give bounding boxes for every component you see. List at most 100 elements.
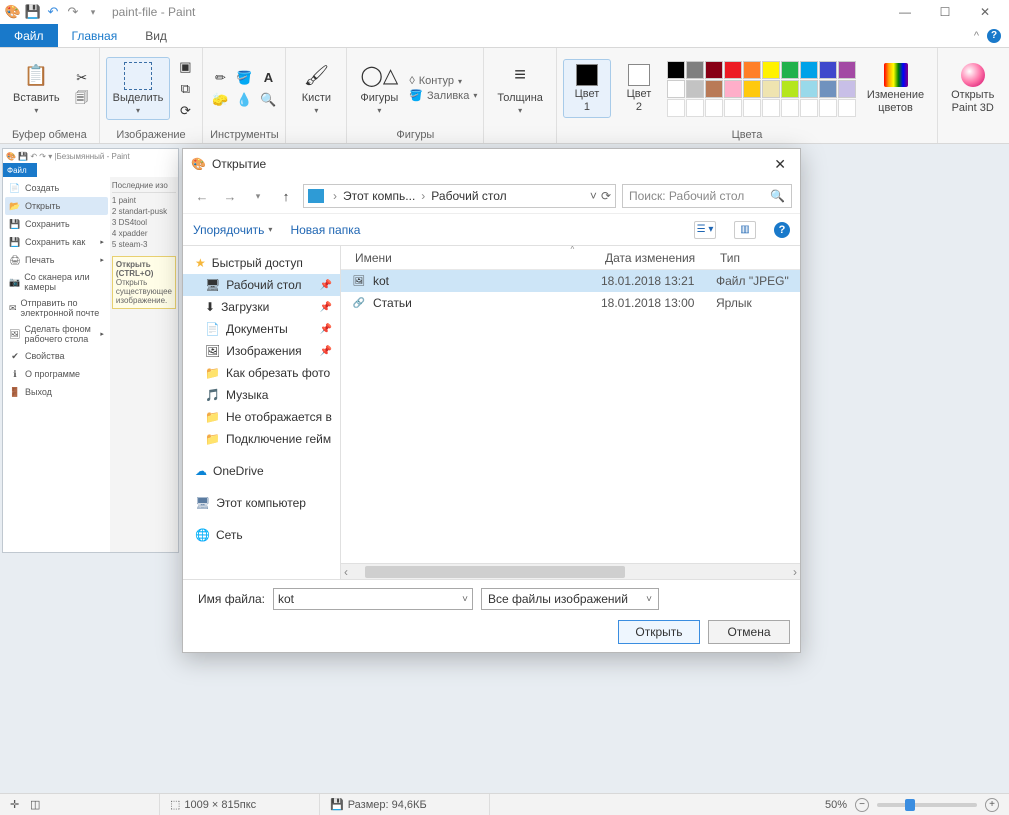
organize-button[interactable]: Упорядочить ▾ [193,223,272,237]
nav-thispc[interactable]: 🖥Этот компьютер [183,492,340,514]
filemenu-item[interactable]: 📂Открыть [5,197,108,215]
fill-icon[interactable]: 🪣 [233,68,255,88]
chevron-down-icon[interactable]: ˅ [646,594,652,605]
eraser-icon[interactable]: 🧽 [209,90,231,110]
back-button[interactable]: ← [191,185,213,207]
save-icon[interactable]: 💾 [24,3,42,21]
color2-button[interactable]: Цвет 2 [615,59,663,117]
color-swatch[interactable] [724,80,742,98]
outline-button[interactable]: ◊Контур ▾ [409,75,477,87]
filemenu-item[interactable]: 💾Сохранить [5,215,108,233]
filemenu-item[interactable]: 💾Сохранить как▸ [5,233,108,251]
recent-item[interactable]: 3 DS4tool [112,217,176,228]
color-swatch-empty[interactable] [819,99,837,117]
nav-item[interactable]: 📄Документы📌 [183,318,340,340]
cancel-button[interactable]: Отмена [708,620,790,644]
close-button[interactable]: ✕ [965,0,1005,24]
col-date[interactable]: Дата изменения [601,251,716,265]
filemenu-item[interactable]: ℹО программе [5,365,108,383]
color-swatch[interactable] [743,61,761,79]
tab-home[interactable]: Главная [58,24,132,47]
color-swatch-empty[interactable] [800,99,818,117]
color-swatch[interactable] [705,80,723,98]
picker-icon[interactable]: 💧 [233,90,255,110]
color-swatch[interactable] [838,61,856,79]
text-icon[interactable]: A [257,68,279,88]
shapes-gallery[interactable]: ◯△ Фигуры ▾ [353,57,405,120]
up-button[interactable]: ↑ [275,185,297,207]
nav-quick-access[interactable]: ★Быстрый доступ [183,252,340,274]
filemenu-item[interactable]: ✔Свойства [5,347,108,365]
color-swatch[interactable] [819,61,837,79]
color-swatch-empty[interactable] [667,99,685,117]
preview-pane-icon[interactable]: ▥ [734,221,756,239]
color-swatch-empty[interactable] [781,99,799,117]
copy-icon[interactable]: 🗐 [71,90,93,110]
sub-file-tab[interactable]: Файл [3,163,37,177]
nav-onedrive[interactable]: ☁OneDrive [183,460,340,482]
color-swatch[interactable] [800,80,818,98]
refresh-icon[interactable]: ⟳ [601,189,611,203]
color-swatch[interactable] [724,61,742,79]
nav-item[interactable]: 📁Не отображается в [183,406,340,428]
zoom-slider[interactable] [877,803,977,807]
nav-item[interactable]: 📁Как обрезать фото [183,362,340,384]
nav-item[interactable]: 🖼Изображения📌 [183,340,340,362]
col-name[interactable]: Имени [351,251,601,265]
open-button[interactable]: Открыть [618,620,700,644]
address-bar[interactable]: › Этот компь... › Рабочий стол ˅⟳ [303,184,616,208]
recent-item[interactable]: 1 paint [112,195,176,206]
edit-colors-button[interactable]: Изменение цветов [860,58,931,118]
tab-view[interactable]: Вид [131,24,181,47]
color-swatch-empty[interactable] [705,99,723,117]
filemenu-item[interactable]: 🖼Сделать фоном рабочего стола▸ [5,321,108,347]
color-swatch-empty[interactable] [838,99,856,117]
nav-item[interactable]: 🖥Рабочий стол📌 [183,274,340,296]
color-swatch[interactable] [800,61,818,79]
forward-button[interactable]: → [219,185,241,207]
search-input[interactable]: Поиск: Рабочий стол 🔍 [622,184,792,208]
nav-network[interactable]: 🌐Сеть [183,524,340,546]
color-swatch[interactable] [686,80,704,98]
brushes-button[interactable]: 🖌 Кисти ▾ [292,57,340,120]
breadcrumb-segment[interactable]: Этот компь... [343,189,415,203]
filename-input[interactable]: kot˅ [273,588,473,610]
select-button[interactable]: Выделить ▾ [106,57,171,120]
filemenu-item[interactable]: 📄Создать [5,179,108,197]
minimize-button[interactable]: — [885,0,925,24]
chevron-down-icon[interactable]: ˅ [590,189,597,203]
recent-item[interactable]: 2 standart-pusk [112,206,176,217]
collapse-ribbon-icon[interactable]: ^ [974,30,979,42]
nav-item[interactable]: ⬇Загрузки📌 [183,296,340,318]
nav-item[interactable]: 📁Подключение гейм [183,428,340,450]
paint3d-button[interactable]: Открыть Paint 3D [944,58,1001,118]
filemenu-item[interactable]: 🖨Печать▸ [5,251,108,269]
view-options-icon[interactable]: ☰ ▾ [694,221,716,239]
pencil-icon[interactable]: ✏ [209,68,231,88]
zoom-out-button[interactable]: − [855,798,869,812]
tab-file[interactable]: Файл [0,24,58,47]
nav-item[interactable]: 🎵Музыка [183,384,340,406]
color-swatch[interactable] [762,80,780,98]
color-swatch-empty[interactable] [743,99,761,117]
help-icon[interactable]: ? [987,29,1001,43]
file-row[interactable]: 🔗Статьи18.01.2018 13:00Ярлык [341,292,800,314]
filetype-filter[interactable]: Все файлы изображений˅ [481,588,659,610]
cut-icon[interactable]: ✂ [71,68,93,88]
color1-button[interactable]: Цвет 1 [563,59,611,117]
maximize-button[interactable]: ☐ [925,0,965,24]
breadcrumb-segment[interactable]: Рабочий стол [431,189,506,203]
color-swatch[interactable] [781,61,799,79]
crop-icon[interactable]: ▣ [174,57,196,77]
redo-icon[interactable]: ↷ [64,3,82,21]
undo-icon[interactable]: ↶ [44,3,62,21]
color-swatch[interactable] [705,61,723,79]
help-icon[interactable]: ? [774,222,790,238]
col-type[interactable]: Тип [716,251,800,265]
color-swatch-empty[interactable] [686,99,704,117]
color-swatch[interactable] [743,80,761,98]
rotate-icon[interactable]: ⟳ [174,101,196,121]
color-swatch[interactable] [667,61,685,79]
color-swatch-empty[interactable] [762,99,780,117]
new-folder-button[interactable]: Новая папка [290,223,360,237]
